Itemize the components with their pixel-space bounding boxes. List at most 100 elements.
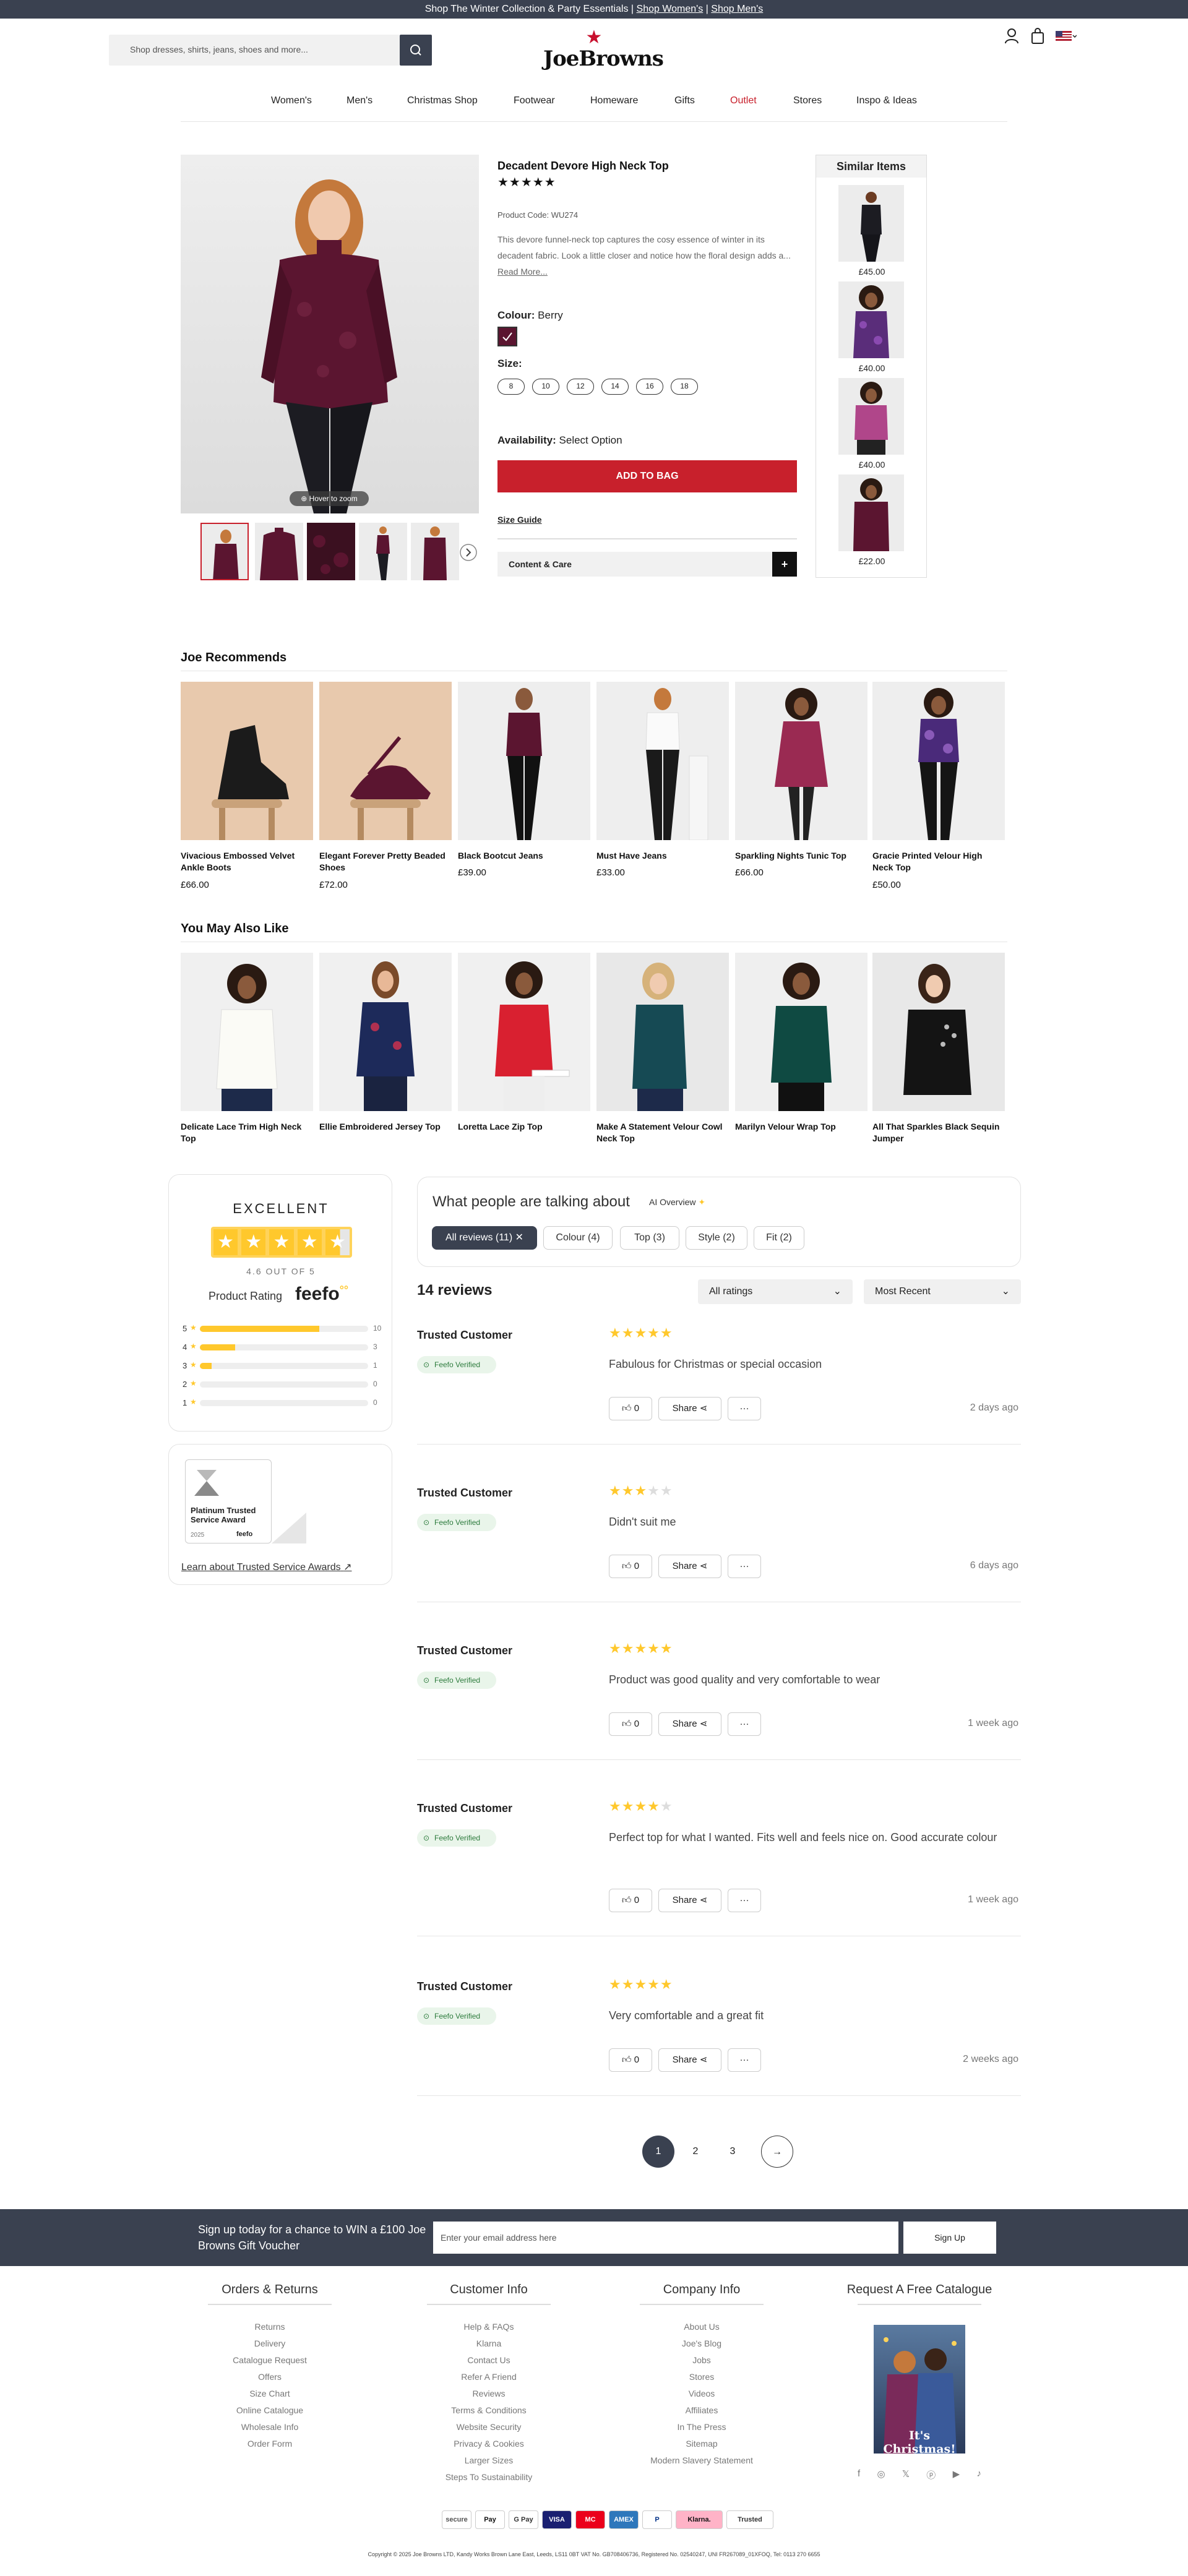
add-to-bag-button[interactable]: ADD TO BAG <box>497 460 797 492</box>
thumbnail-2[interactable] <box>255 523 303 580</box>
product-card-image[interactable] <box>181 682 313 840</box>
more-options-button[interactable]: ··· <box>728 1555 761 1578</box>
facebook-icon[interactable]: f <box>858 2468 860 2482</box>
instagram-icon[interactable]: ◎ <box>877 2468 885 2482</box>
product-rating-stars[interactable]: ★★★★★ <box>497 174 556 190</box>
more-options-button[interactable]: ··· <box>728 1712 761 1736</box>
product-card-name[interactable]: Ellie Embroidered Jersey Top <box>319 1121 452 1133</box>
similar-item-image[interactable] <box>838 281 904 358</box>
thumbnail-1[interactable] <box>200 523 249 580</box>
similar-item-image[interactable] <box>838 185 904 262</box>
page-2-button[interactable]: 2 <box>679 2136 712 2168</box>
nav-item-mens[interactable]: Men's <box>346 95 372 106</box>
product-card-image[interactable] <box>319 682 452 840</box>
footer-link[interactable]: Joe's Blog <box>609 2335 794 2352</box>
footer-link[interactable]: Videos <box>609 2385 794 2402</box>
next-page-button[interactable]: → <box>761 2136 793 2168</box>
footer-link[interactable]: Terms & Conditions <box>396 2402 582 2419</box>
bag-icon[interactable] <box>1030 27 1046 45</box>
colour-swatch-berry[interactable] <box>497 327 517 346</box>
product-card-image[interactable] <box>181 953 313 1111</box>
footer-link[interactable]: Modern Slavery Statement <box>609 2452 794 2469</box>
product-card-name[interactable]: Loretta Lace Zip Top <box>458 1121 590 1133</box>
product-card-name[interactable]: Vivacious Embossed Velvet Ankle Boots <box>181 850 313 874</box>
more-options-button[interactable]: ··· <box>728 1889 761 1912</box>
content-care-accordion[interactable]: Content & Care + <box>497 552 797 577</box>
product-card-name[interactable]: Elegant Forever Pretty Beaded Shoes <box>319 850 452 874</box>
footer-link[interactable]: Catalogue Request <box>177 2352 363 2369</box>
size-guide-link[interactable]: Size Guide <box>497 515 542 525</box>
footer-link[interactable]: Offers <box>177 2369 363 2385</box>
shop-womens-link[interactable]: Shop Women's <box>637 4 704 14</box>
footer-link[interactable]: Larger Sizes <box>396 2452 582 2469</box>
similar-item-image[interactable] <box>838 474 904 551</box>
product-card-name[interactable]: Gracie Printed Velour High Neck Top <box>872 850 1005 874</box>
catalogue-cover[interactable]: It's Christmas! <box>874 2325 965 2454</box>
like-button[interactable]: 👍︎ 0 <box>609 2048 652 2072</box>
footer-link[interactable]: Sitemap <box>609 2436 794 2452</box>
filter-all-reviews[interactable]: All reviews (11) ✕ <box>432 1226 537 1250</box>
like-button[interactable]: 👍︎ 0 <box>609 1889 652 1912</box>
product-card-image[interactable] <box>735 682 867 840</box>
product-card-image[interactable] <box>596 682 729 840</box>
like-button[interactable]: 👍︎ 0 <box>609 1397 652 1420</box>
size-8[interactable]: 8 <box>497 379 525 395</box>
shop-mens-link[interactable]: Shop Men's <box>711 4 763 14</box>
footer-link[interactable]: Delivery <box>177 2335 363 2352</box>
share-button[interactable]: Share ⋖ <box>658 1712 721 1736</box>
share-button[interactable]: Share ⋖ <box>658 2048 721 2072</box>
thumbnail-next-icon[interactable] <box>459 543 478 562</box>
more-options-button[interactable]: ··· <box>728 1397 761 1420</box>
pinterest-icon[interactable]: ⓟ <box>926 2468 936 2482</box>
product-card-image[interactable] <box>458 682 590 840</box>
nav-item-outlet[interactable]: Outlet <box>730 95 757 106</box>
thumbnail-5[interactable] <box>411 523 459 580</box>
us-flag-icon[interactable] <box>1056 27 1077 45</box>
footer-link[interactable]: Klarna <box>396 2335 582 2352</box>
footer-link[interactable]: Affiliates <box>609 2402 794 2419</box>
product-card-image[interactable] <box>872 682 1005 840</box>
filter-top[interactable]: Top (3) <box>620 1226 679 1250</box>
product-card-name[interactable]: Make A Statement Velour Cowl Neck Top <box>596 1121 729 1144</box>
footer-link[interactable]: Reviews <box>396 2385 582 2402</box>
tiktok-icon[interactable]: ♪ <box>976 2468 981 2482</box>
thumbnail-4[interactable] <box>359 523 407 580</box>
nav-item-homeware[interactable]: Homeware <box>590 95 638 106</box>
product-card-name[interactable]: Marilyn Velour Wrap Top <box>735 1121 867 1133</box>
nav-item-gifts[interactable]: Gifts <box>674 95 695 106</box>
nav-item-inspo[interactable]: Inspo & Ideas <box>856 95 917 106</box>
search-button[interactable] <box>400 35 432 66</box>
nav-item-womens[interactable]: Women's <box>271 95 312 106</box>
ratings-filter-select[interactable]: All ratings ⌄ <box>698 1279 853 1304</box>
share-button[interactable]: Share ⋖ <box>658 1555 721 1578</box>
site-logo[interactable]: ★ JoeBrowns <box>543 28 664 75</box>
filter-colour[interactable]: Colour (4) <box>543 1226 613 1250</box>
footer-link[interactable]: Online Catalogue <box>177 2402 363 2419</box>
footer-link[interactable]: Stores <box>609 2369 794 2385</box>
youtube-icon[interactable]: ▶ <box>953 2468 960 2482</box>
product-card-image[interactable] <box>872 953 1005 1111</box>
similar-item-image[interactable] <box>838 378 904 455</box>
award-link[interactable]: Learn about Trusted Service Awards ↗ <box>181 1561 352 1573</box>
footer-link[interactable]: In The Press <box>609 2419 794 2436</box>
footer-link[interactable]: Order Form <box>177 2436 363 2452</box>
share-button[interactable]: Share ⋖ <box>658 1889 721 1912</box>
more-options-button[interactable]: ··· <box>728 2048 761 2072</box>
footer-link[interactable]: Refer A Friend <box>396 2369 582 2385</box>
thumbnail-3[interactable] <box>307 523 355 580</box>
size-18[interactable]: 18 <box>671 379 698 395</box>
product-main-image[interactable] <box>181 155 479 513</box>
footer-link[interactable]: Contact Us <box>396 2352 582 2369</box>
size-14[interactable]: 14 <box>601 379 629 395</box>
share-button[interactable]: Share ⋖ <box>658 1397 721 1420</box>
filter-style[interactable]: Style (2) <box>686 1226 747 1250</box>
size-12[interactable]: 12 <box>567 379 594 395</box>
product-card-name[interactable]: Must Have Jeans <box>596 850 729 862</box>
nav-item-christmas-shop[interactable]: Christmas Shop <box>407 95 478 106</box>
nav-item-stores[interactable]: Stores <box>793 95 822 106</box>
product-card-name[interactable]: Sparkling Nights Tunic Top <box>735 850 867 862</box>
email-field[interactable]: Enter your email address here <box>433 2222 898 2254</box>
x-icon[interactable]: 𝕏 <box>902 2468 910 2482</box>
footer-link[interactable]: About Us <box>609 2319 794 2335</box>
footer-link[interactable]: Privacy & Cookies <box>396 2436 582 2452</box>
